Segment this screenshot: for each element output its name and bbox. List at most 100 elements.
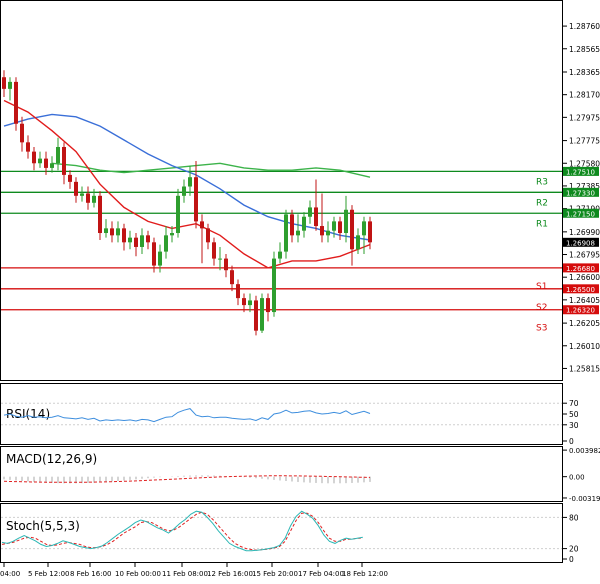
- candle: [98, 191, 102, 240]
- candle-body: [194, 177, 198, 222]
- macd-tick-label: -0.003195: [569, 495, 600, 503]
- candle-body: [134, 237, 138, 247]
- candle-body: [38, 158, 42, 164]
- current-price-label: 1.26908: [566, 239, 595, 247]
- rsi-tick-label: 0: [569, 437, 574, 446]
- level-name-r1: R1: [536, 219, 548, 229]
- level-name-s2: S2: [536, 303, 547, 313]
- candle-body: [128, 237, 132, 243]
- candle: [254, 295, 258, 336]
- candle-body: [62, 146, 66, 175]
- candle-body: [122, 228, 126, 243]
- candle-body: [104, 228, 108, 234]
- candle: [284, 209, 288, 259]
- stoch-tick-label: 0: [569, 555, 574, 564]
- candle: [272, 251, 276, 317]
- price-tick-label: 1.28565: [569, 45, 600, 54]
- candle-body: [290, 214, 294, 236]
- candle-body: [278, 251, 282, 259]
- candle-body: [152, 242, 156, 266]
- rsi-tick-label: 70: [569, 399, 579, 408]
- candle-body: [242, 298, 246, 306]
- candle-body: [188, 177, 192, 187]
- candle-body: [254, 300, 258, 331]
- candle-body: [44, 158, 48, 168]
- level-price-label: 1.26500: [566, 286, 595, 294]
- candle-body: [182, 186, 186, 196]
- candle-body: [86, 193, 90, 203]
- candle-body: [260, 298, 264, 331]
- price-tick-label: 1.27775: [569, 137, 600, 146]
- macd-label: MACD(12,26,9): [6, 452, 97, 466]
- candle-body: [248, 300, 252, 306]
- price-chart: R3 R2 R1 S1 S2 S3 1.28760 1.28565 1.28365 1.2817…: [0, 0, 600, 578]
- level-name-r3: R3: [536, 177, 548, 187]
- rsi-tick-label: 50: [569, 410, 579, 419]
- candle-body: [344, 209, 348, 234]
- rsi-tick-label: 30: [569, 421, 579, 430]
- rsi-label: RSI(14): [6, 407, 50, 421]
- candle-body: [308, 207, 312, 217]
- candle-body: [350, 209, 354, 250]
- candle-body: [2, 77, 6, 89]
- candle-body: [320, 226, 324, 236]
- price-axis: 1.28760 1.28565 1.28365 1.28170 1.27975 1.277…: [562, 22, 600, 373]
- candle-body: [218, 258, 222, 260]
- candle-body: [206, 228, 210, 243]
- candle: [14, 77, 18, 131]
- time-tick-label: 10 Feb 00:00: [115, 570, 161, 578]
- stoch-label: Stoch(5,5,3): [6, 519, 80, 533]
- level-name-s3: S3: [536, 324, 547, 334]
- macd-tick-label: 0.00: [569, 474, 585, 482]
- candle: [260, 293, 264, 333]
- time-tick-label: 8 Feb 16:00: [70, 570, 111, 578]
- price-tick-label: 1.26600: [569, 273, 600, 282]
- candle-body: [200, 221, 204, 229]
- price-tick-label: 1.26205: [569, 319, 600, 328]
- price-tick-label: 1.27975: [569, 113, 600, 122]
- candle-body: [332, 221, 336, 231]
- level-price-label: 1.27510: [566, 168, 595, 176]
- price-tick-label: 1.26990: [569, 228, 600, 237]
- candle-body: [50, 163, 54, 168]
- candle-body: [314, 207, 318, 227]
- level-price-label: 1.27150: [566, 210, 595, 218]
- candle-body: [224, 258, 228, 271]
- macd-tick-label: 0.003982: [569, 447, 600, 455]
- time-tick-label: 04:00: [0, 570, 20, 578]
- candle-body: [302, 216, 306, 231]
- candle: [176, 188, 180, 238]
- candle-body: [32, 151, 36, 164]
- candle-body: [68, 174, 72, 182]
- candle-body: [338, 221, 342, 234]
- time-tick-label: 11 Feb 08:00: [162, 570, 208, 578]
- price-tick-label: 1.25815: [569, 364, 600, 373]
- candle-body: [212, 242, 216, 259]
- price-tick-label: 1.28170: [569, 91, 600, 100]
- level-price-label: 1.26680: [566, 265, 595, 273]
- candle-body: [20, 123, 24, 143]
- time-axis: 04:00 5 Feb 12:00 8 Feb 16:00 10 Feb 00:00 1…: [0, 562, 388, 578]
- candle-body: [296, 230, 300, 236]
- level-price-label: 1.27330: [566, 189, 595, 197]
- stoch-panel-frame: [0, 503, 563, 563]
- rsi-panel-frame: [0, 383, 563, 445]
- candle-body: [140, 235, 144, 247]
- candle-body: [56, 146, 60, 164]
- candle-body: [284, 214, 288, 252]
- candle-body: [80, 193, 84, 196]
- candle-body: [326, 230, 330, 236]
- main-panel-frame: [0, 0, 563, 381]
- time-tick-label: 17 Feb 04:00: [298, 570, 344, 578]
- level-name-r2: R2: [536, 198, 548, 208]
- candle-body: [368, 221, 372, 243]
- price-tick-label: 1.28365: [569, 68, 600, 77]
- candle-body: [158, 251, 162, 266]
- time-tick-label: 5 Feb 12:00: [28, 570, 69, 578]
- stoch-tick-label: 80: [569, 513, 579, 522]
- level-price-label: 1.26320: [566, 307, 595, 315]
- candle-body: [236, 284, 240, 299]
- candle-body: [116, 228, 120, 236]
- time-tick-label: 18 Feb 12:00: [342, 570, 388, 578]
- price-tick-label: 1.28760: [569, 22, 600, 31]
